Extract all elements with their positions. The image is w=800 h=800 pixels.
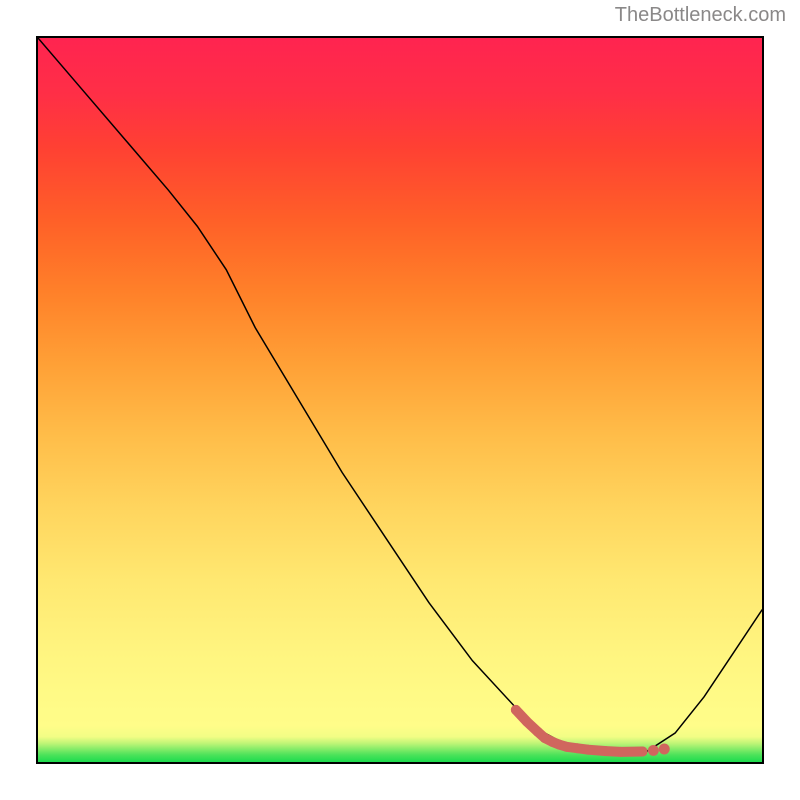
chart-svg xyxy=(38,38,762,762)
chart-highlight-dot xyxy=(638,747,648,757)
chart-highlight-dot xyxy=(522,716,532,726)
chart-highlight-dot xyxy=(659,743,670,754)
watermark-text: TheBottleneck.com xyxy=(615,4,786,27)
chart-curve xyxy=(38,38,762,753)
chart-highlight-dot xyxy=(583,745,593,755)
chart-plot-area xyxy=(36,36,764,764)
chart-highlight-dot xyxy=(572,743,582,753)
chart-highlight-dot xyxy=(601,746,611,756)
chart-highlight-dot xyxy=(562,742,572,752)
chart-highlight-dot xyxy=(511,705,521,715)
chart-highlight-dot xyxy=(648,745,659,756)
chart-highlight-dot xyxy=(616,747,626,757)
